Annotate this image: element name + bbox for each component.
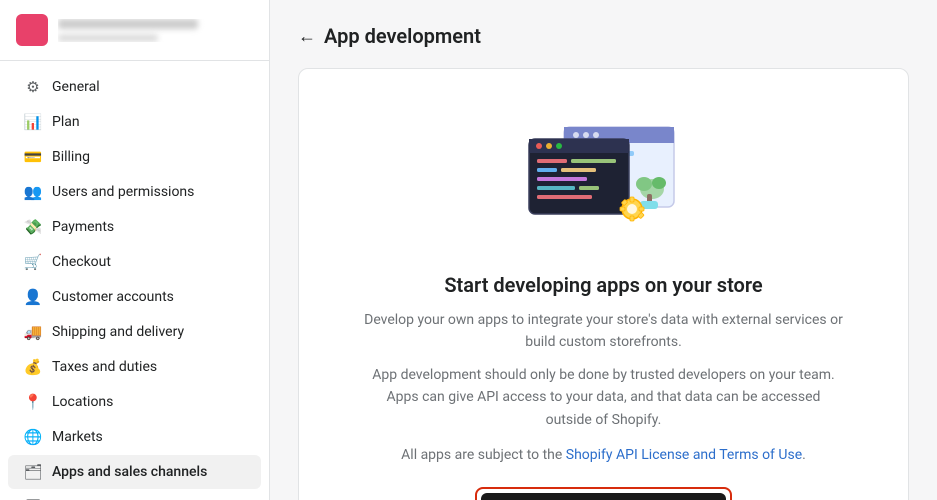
main-content: ← App development (270, 0, 937, 500)
sidebar-item-locations[interactable]: 📍 Locations (8, 385, 261, 419)
customer-accounts-icon: 👤 (24, 288, 42, 306)
sidebar-label-plan: Plan (52, 114, 80, 130)
sidebar-item-billing[interactable]: 💳 Billing (8, 140, 261, 174)
app-dev-card: Start developing apps on your store Deve… (298, 68, 909, 500)
back-arrow-icon[interactable]: ← (298, 26, 316, 47)
sidebar-label-customer-accounts: Customer accounts (52, 289, 174, 305)
sidebar-item-payments[interactable]: 💸 Payments (8, 210, 261, 244)
page-header: ← App development (298, 24, 909, 48)
terms-suffix: . (802, 447, 806, 463)
apps-icon: 🗂 (24, 463, 42, 481)
billing-icon: 💳 (24, 148, 42, 166)
users-icon: 👥 (24, 183, 42, 201)
sidebar-header (0, 0, 269, 61)
sidebar: ⚙ General 📊 Plan 💳 Billing 👥 Users and permissi… (0, 0, 270, 500)
locations-icon: 📍 (24, 393, 42, 411)
terms-line: All apps are subject to the Shopify API … (401, 447, 806, 463)
sidebar-label-users: Users and permissions (52, 184, 194, 200)
page-title: App development (324, 24, 481, 48)
terms-link[interactable]: Shopify API License and Terms of Use (566, 447, 802, 463)
sidebar-label-billing: Billing (52, 149, 90, 165)
sidebar-label-markets: Markets (52, 429, 103, 445)
sidebar-label-apps: Apps and sales channels (52, 464, 207, 480)
terms-prefix: All apps are subject to the (401, 447, 566, 463)
sidebar-item-shipping[interactable]: 🚚 Shipping and delivery (8, 315, 261, 349)
general-icon: ⚙ (24, 78, 42, 96)
sidebar-item-taxes[interactable]: 💰 Taxes and duties (8, 350, 261, 384)
sidebar-label-shipping: Shipping and delivery (52, 324, 184, 340)
sidebar-item-checkout[interactable]: 🛒 Checkout (8, 245, 261, 279)
card-desc2: App development should only be done by t… (364, 364, 844, 431)
sidebar-item-plan[interactable]: 📊 Plan (8, 105, 261, 139)
sidebar-label-payments: Payments (52, 219, 114, 235)
allow-btn-wrapper: Allow custom app development (475, 487, 733, 500)
sidebar-label-locations: Locations (52, 394, 113, 410)
allow-custom-app-button[interactable]: Allow custom app development (481, 493, 727, 500)
taxes-icon: 💰 (24, 358, 42, 376)
sidebar-item-domains[interactable]: 🖥Domains (8, 490, 261, 500)
markets-icon: 🌐 (24, 428, 42, 446)
sidebar-label-taxes: Taxes and duties (52, 359, 157, 375)
sidebar-item-users[interactable]: 👥 Users and permissions (8, 175, 261, 209)
payments-icon: 💸 (24, 218, 42, 236)
sidebar-item-general[interactable]: ⚙ General (8, 70, 261, 104)
card-desc1: Develop your own apps to integrate your … (364, 309, 844, 354)
store-name-block (58, 19, 253, 42)
sidebar-label-checkout: Checkout (52, 254, 111, 270)
sidebar-label-general: General (52, 79, 100, 95)
plan-icon: 📊 (24, 113, 42, 131)
shipping-icon: 🚚 (24, 323, 42, 341)
card-title: Start developing apps on your store (444, 273, 762, 297)
store-icon (16, 14, 48, 46)
sidebar-item-markets[interactable]: 🌐 Markets (8, 420, 261, 454)
sidebar-item-apps[interactable]: 🗂 Apps and sales channels (8, 455, 261, 489)
checkout-icon: 🛒 (24, 253, 42, 271)
sidebar-item-customer-accounts[interactable]: 👤 Customer accounts (8, 280, 261, 314)
sidebar-nav: ⚙ General 📊 Plan 💳 Billing 👥 Users and permissi… (0, 61, 269, 500)
app-illustration (504, 109, 704, 249)
store-name-blur (58, 19, 198, 29)
store-name-blur2 (58, 34, 158, 42)
